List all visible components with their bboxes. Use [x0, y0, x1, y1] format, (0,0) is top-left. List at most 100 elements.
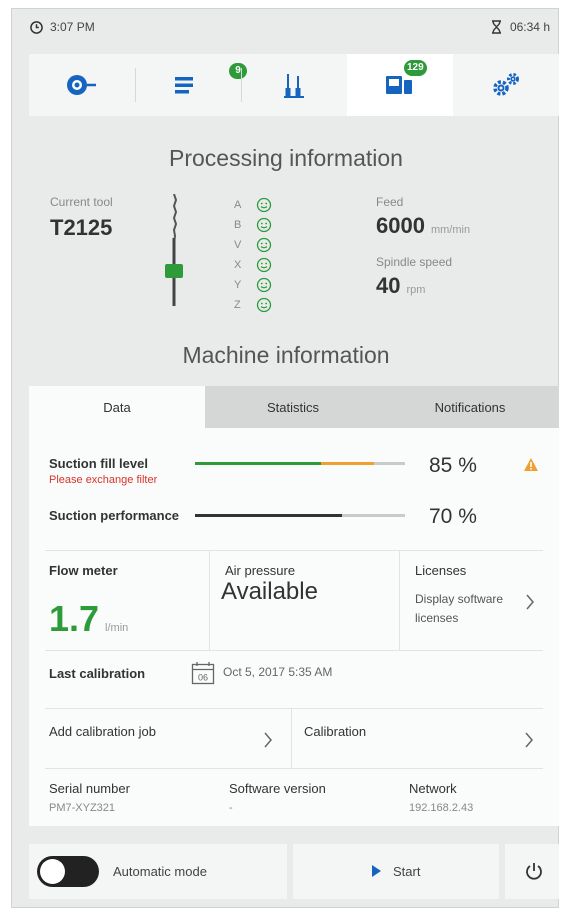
smiley-ok-icon: [256, 197, 272, 213]
tab-data[interactable]: Data: [29, 386, 205, 428]
last-calibration-label: Last calibration: [49, 666, 146, 681]
runtime-timer: 06:34 h: [491, 20, 550, 34]
software-version-label: Software version: [229, 781, 326, 796]
processing-title: Processing information: [169, 145, 403, 171]
machine-tabs: Data Statistics Notifications: [29, 386, 559, 428]
warning-icon: [524, 458, 538, 471]
software-version-value: -: [229, 802, 233, 814]
clock-icon: [30, 20, 43, 34]
air-pressure-label: Air pressure: [225, 563, 296, 578]
calendar-day: 06: [198, 673, 208, 683]
automatic-mode-label: Automatic mode: [113, 864, 207, 879]
machine-title: Machine information: [182, 342, 390, 368]
status-bar: 3:07 PM 06:34 h: [12, 9, 560, 47]
job-list-icon: [175, 77, 193, 94]
machine-badge: 129: [404, 60, 427, 76]
divider: [45, 768, 543, 769]
network-value: 192.168.2.43: [409, 802, 474, 814]
licenses-label: Licenses: [415, 563, 467, 578]
add-calibration-job-button[interactable]: Add calibration job: [45, 708, 291, 768]
chevron-right-icon: [525, 732, 533, 748]
smiley-ok-icon: [256, 277, 272, 293]
calibration-label: Calibration: [304, 724, 367, 739]
axis-letter: Y: [234, 279, 242, 291]
spindle-speed-readout: 40 rpm: [376, 273, 425, 299]
suction-fill-bar-ok: [195, 462, 321, 465]
spindle-speed-label: Spindle speed: [376, 255, 453, 269]
tab-statistics[interactable]: Statistics: [205, 386, 381, 428]
axis-letter: V: [234, 239, 242, 251]
feed-value: 6000: [376, 213, 425, 238]
axis-letter: A: [234, 199, 242, 211]
feed-unit: mm/min: [430, 224, 471, 236]
serial-number-label: Serial number: [49, 781, 130, 796]
axis-letter: X: [234, 259, 242, 271]
air-pressure-value: Available: [221, 578, 318, 605]
flow-meter-unit: l/min: [105, 622, 129, 634]
suction-fill-label: Suction fill level: [49, 456, 148, 471]
milling-tool-icon: [165, 194, 183, 306]
nav-tab-processing[interactable]: [29, 54, 135, 116]
spindle-speed-value: 40: [376, 273, 401, 298]
automatic-mode-cell: Automatic mode: [29, 844, 287, 899]
add-calibration-job-label: Add calibration job: [49, 724, 156, 739]
current-tool-value: T2125: [50, 215, 113, 240]
axis-row: X: [234, 255, 294, 275]
clock-time: 3:07 PM: [50, 20, 95, 34]
play-icon: [372, 865, 381, 877]
divider: [209, 550, 210, 650]
feed-readout: 6000 mm/min: [376, 213, 470, 239]
automatic-mode-toggle[interactable]: [37, 856, 99, 887]
chevron-right-icon: [264, 732, 272, 748]
nav-tab-jobs[interactable]: 9: [135, 54, 247, 116]
power-button[interactable]: [505, 844, 559, 899]
suction-performance-label: Suction performance: [49, 508, 180, 523]
tools-icon: [284, 74, 304, 98]
nav-tab-machine[interactable]: 129: [347, 54, 453, 116]
nav-tab-tools[interactable]: [241, 54, 347, 116]
axis-row: Z: [234, 295, 294, 315]
toggle-knob: [40, 859, 65, 884]
suction-fill-bar: [195, 462, 405, 465]
clock: 3:07 PM: [30, 20, 95, 34]
display-licenses-link[interactable]: Display software licenses: [415, 590, 523, 628]
axis-row: V: [234, 235, 294, 255]
flow-meter-value: 1.7: [49, 598, 100, 639]
chevron-right-icon[interactable]: [525, 594, 535, 610]
flow-meter-label: Flow meter: [49, 563, 118, 578]
tab-notifications[interactable]: Notifications: [381, 386, 559, 428]
power-icon: [526, 863, 542, 880]
axis-letter: B: [234, 219, 242, 231]
suction-performance-bar-fill: [195, 514, 342, 517]
smiley-ok-icon: [256, 297, 272, 313]
hourglass-icon: [491, 20, 501, 34]
axis-row: Y: [234, 275, 294, 295]
current-tool-label: Current tool: [50, 195, 113, 209]
nav-tab-settings[interactable]: [453, 54, 559, 116]
divider: [399, 550, 400, 650]
suction-performance-value: 70 %: [429, 505, 477, 528]
axis-row: A: [234, 195, 294, 215]
runtime-value: 06:34 h: [509, 20, 550, 34]
bottom-bar: Automatic mode Start: [29, 844, 559, 899]
network-label: Network: [409, 781, 457, 796]
start-button[interactable]: Start: [293, 844, 499, 899]
smiley-ok-icon: [256, 217, 272, 233]
serial-number-value: PM7-XYZ321: [49, 802, 116, 814]
suction-fill-bar-warn: [321, 462, 374, 465]
smiley-ok-icon: [256, 237, 272, 253]
axis-letter: Z: [234, 299, 241, 311]
divider: [45, 550, 543, 551]
settings-gears-icon: [493, 73, 519, 96]
suction-performance-bar: [195, 514, 405, 517]
main-nav: 9 129: [29, 54, 559, 116]
spindle-speed-unit: rpm: [406, 284, 426, 296]
axis-status-list: ABVXYZ: [234, 195, 294, 315]
suction-fill-warning: Please exchange filter: [49, 474, 158, 486]
flow-meter-readout: 1.7 l/min: [49, 598, 128, 640]
divider: [45, 650, 543, 651]
app-frame: 3:07 PM 06:34 h 9 129 Processing informa…: [11, 8, 559, 908]
processing-icon: [67, 75, 96, 95]
axis-row: B: [234, 215, 294, 235]
calibration-button[interactable]: Calibration: [292, 708, 543, 768]
